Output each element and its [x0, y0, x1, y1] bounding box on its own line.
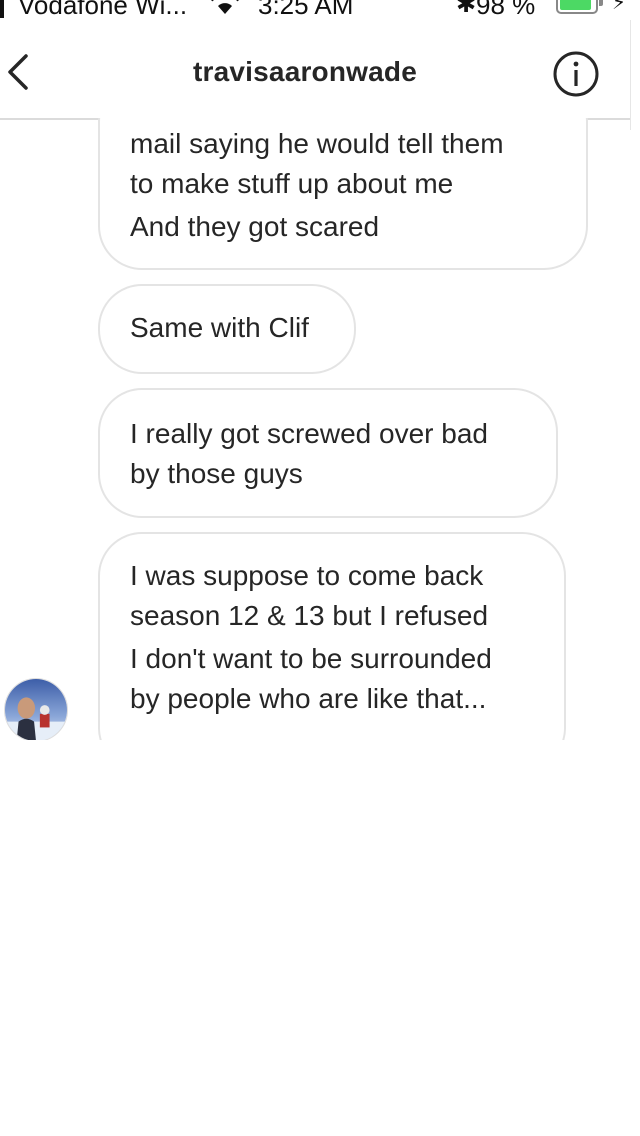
carrier-name: Vodafone Wi...: [18, 0, 188, 20]
charging-icon: ⚡: [612, 0, 627, 14]
message-text: by people who are like that...: [130, 683, 487, 714]
message-text: by those guys: [130, 458, 303, 489]
avatar[interactable]: [4, 678, 68, 740]
signal-icon: [0, 0, 4, 19]
clock: 3:25 AM: [258, 0, 354, 20]
message-text: I really got screwed over bad: [130, 418, 488, 449]
wifi-icon: [211, 0, 239, 14]
battery-cap: [599, 0, 603, 6]
message-text: I was suppose to come back: [130, 560, 484, 591]
conversation-header: travisaaronwade: [0, 20, 640, 130]
message-bubble[interactable]: mail saying he would tell them to make s…: [98, 118, 588, 270]
message-text: And they got scared: [130, 211, 380, 242]
page-title[interactable]: travisaaronwade: [0, 56, 610, 88]
message-bubble[interactable]: I was suppose to come back season 12 & 1…: [98, 532, 566, 740]
battery-icon: [556, 0, 598, 14]
message-text: season 12 & 13 but I refused: [130, 600, 489, 631]
message-text: to make stuff up about me: [130, 168, 454, 199]
info-icon[interactable]: [552, 50, 600, 98]
battery-fill: [560, 0, 592, 10]
carrier-label: Vodafone Wi...: [0, 0, 187, 20]
message-bubble[interactable]: I really got screwed over bad by those g…: [98, 388, 558, 518]
message-thread[interactable]: mail saying he would tell them to make s…: [0, 118, 640, 740]
message-text: mail saying he would tell them: [130, 128, 504, 159]
battery-percent: 98 %: [476, 0, 536, 20]
message-text: Same with Clif: [130, 312, 309, 343]
status-bar: Vodafone Wi... 3:25 AM ✱ 98 % ⚡: [0, 0, 640, 20]
bluetooth-icon: ✱: [456, 0, 477, 18]
header-edge: [630, 20, 640, 130]
message-bubble[interactable]: Same with Clif: [98, 284, 356, 374]
message-text: I don't want to be surrounded: [130, 643, 492, 674]
